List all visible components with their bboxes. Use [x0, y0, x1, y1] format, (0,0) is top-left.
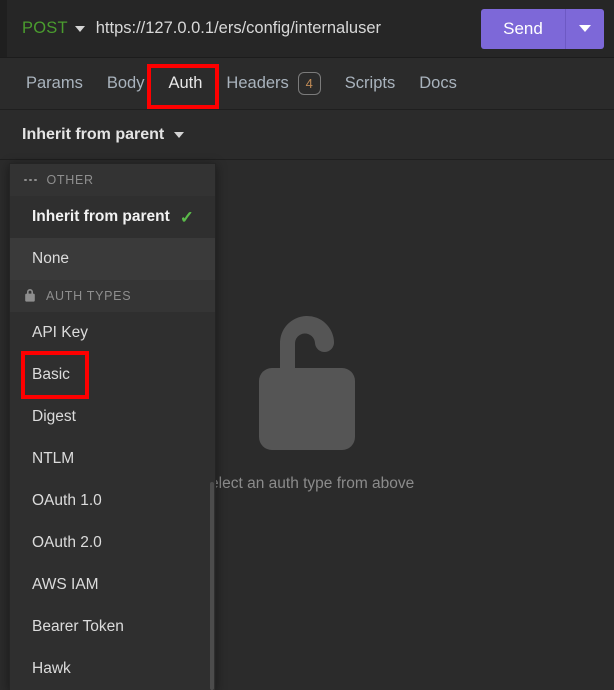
auth-type-dropdown-trigger[interactable]: Inherit from parent: [22, 125, 185, 144]
menu-item-bearer-token[interactable]: Bearer Token: [10, 606, 215, 648]
tab-docs[interactable]: Docs: [407, 58, 469, 109]
auth-type-row: Inherit from parent: [0, 110, 614, 160]
ellipsis-icon: [24, 178, 37, 182]
menu-item-label: None: [32, 250, 70, 267]
tab-label: Body: [106, 74, 145, 92]
tab-auth[interactable]: Auth: [156, 58, 214, 109]
dropdown-scrollbar[interactable]: [210, 482, 214, 690]
menu-item-basic[interactable]: Basic: [10, 354, 215, 396]
http-method-selector[interactable]: POST: [7, 19, 85, 38]
menu-item-oauth-2[interactable]: OAuth 2.0: [10, 522, 215, 564]
chevron-down-icon: [174, 131, 185, 138]
tab-body[interactable]: Body: [95, 58, 157, 109]
unlocked-padlock-icon: [247, 308, 367, 453]
tab-label: Docs: [419, 74, 457, 92]
menu-section-title: AUTH TYPES: [46, 289, 132, 303]
menu-item-inherit-from-parent[interactable]: Inherit from parent ✓: [10, 196, 215, 238]
auth-empty-state-text: Select an auth type from above: [199, 474, 415, 492]
menu-item-none[interactable]: None: [10, 238, 215, 280]
menu-item-label: OAuth 1.0: [32, 492, 102, 509]
menu-section-title: OTHER: [46, 173, 94, 187]
send-button-group: Send: [481, 8, 604, 49]
menu-item-label: AWS IAM: [32, 576, 99, 593]
http-method-label: POST: [22, 19, 68, 37]
auth-type-dropdown-menu: OTHER Inherit from parent ✓ None AUTH TY…: [9, 163, 216, 690]
menu-item-label: API Key: [32, 324, 88, 341]
menu-item-hawk[interactable]: Hawk: [10, 648, 215, 690]
menu-item-label: Inherit from parent: [32, 208, 170, 225]
tab-label: Params: [26, 74, 83, 92]
lock-closed-icon: [24, 288, 36, 305]
chevron-down-icon: [579, 25, 591, 32]
send-button[interactable]: Send: [481, 9, 565, 49]
tab-label: Headers: [226, 74, 289, 92]
menu-section-header-auth-types: AUTH TYPES: [10, 280, 215, 312]
left-gutter: [0, 0, 7, 57]
headers-count-badge: 4: [297, 72, 321, 95]
menu-item-label: Basic: [32, 366, 70, 383]
menu-item-label: Hawk: [32, 660, 71, 677]
tab-label: Auth: [168, 74, 203, 92]
send-options-button[interactable]: [566, 9, 604, 49]
menu-item-ntlm[interactable]: NTLM: [10, 438, 215, 480]
menu-item-label: OAuth 2.0: [32, 534, 102, 551]
url-input[interactable]: https://127.0.0.1/ers/config/internaluse…: [85, 19, 481, 38]
menu-item-label: Bearer Token: [32, 618, 124, 635]
tab-params[interactable]: Params: [14, 58, 95, 109]
url-bar: POST https://127.0.0.1/ers/config/intern…: [0, 0, 614, 58]
menu-item-oauth-1[interactable]: OAuth 1.0: [10, 480, 215, 522]
tab-label: Scripts: [344, 74, 396, 92]
check-icon: ✓: [179, 207, 195, 227]
request-tab-bar: Params Body Auth Headers 4 Scripts Docs: [0, 58, 614, 110]
auth-type-selected-label: Inherit from parent: [22, 125, 165, 143]
tab-headers[interactable]: Headers 4: [214, 58, 332, 109]
menu-section-header-other: OTHER: [10, 164, 215, 196]
tab-scripts[interactable]: Scripts: [333, 58, 407, 109]
menu-item-aws-iam[interactable]: AWS IAM: [10, 564, 215, 606]
menu-item-label: NTLM: [32, 450, 75, 467]
chevron-down-icon: [74, 25, 85, 32]
menu-item-label: Digest: [32, 408, 76, 425]
menu-item-api-key[interactable]: API Key: [10, 312, 215, 354]
menu-item-digest[interactable]: Digest: [10, 396, 215, 438]
